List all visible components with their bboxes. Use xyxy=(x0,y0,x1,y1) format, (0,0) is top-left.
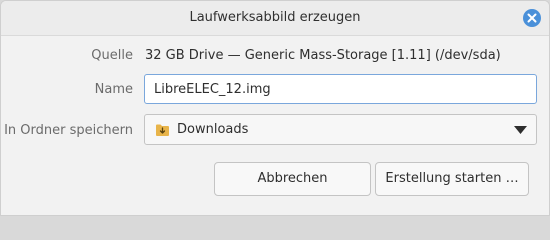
create-disk-image-dialog: Laufwerksabbild erzeugen Quelle 32 GB Dr… xyxy=(0,0,550,216)
chevron-down-icon xyxy=(514,126,527,134)
download-folder-icon xyxy=(156,124,169,136)
name-input[interactable]: LibreELEC_12.img xyxy=(144,74,537,104)
name-input-value: LibreELEC_12.img xyxy=(154,82,271,97)
name-label: Name xyxy=(94,82,133,97)
cancel-button[interactable]: Abbrechen xyxy=(214,162,371,196)
folder-label: In Ordner speichern xyxy=(4,123,133,138)
folder-select[interactable]: Downloads xyxy=(144,114,537,145)
source-value: 32 GB Drive — Generic Mass-Storage [1.11… xyxy=(145,48,501,63)
source-label: Quelle xyxy=(91,48,133,63)
dialog-title: Laufwerksabbild erzeugen xyxy=(189,10,361,25)
folder-select-value: Downloads xyxy=(177,122,249,137)
close-icon xyxy=(527,13,537,23)
start-creation-button[interactable]: Erstellung starten … xyxy=(375,162,529,196)
title-bar: Laufwerksabbild erzeugen xyxy=(1,1,549,36)
close-button[interactable] xyxy=(523,9,541,27)
